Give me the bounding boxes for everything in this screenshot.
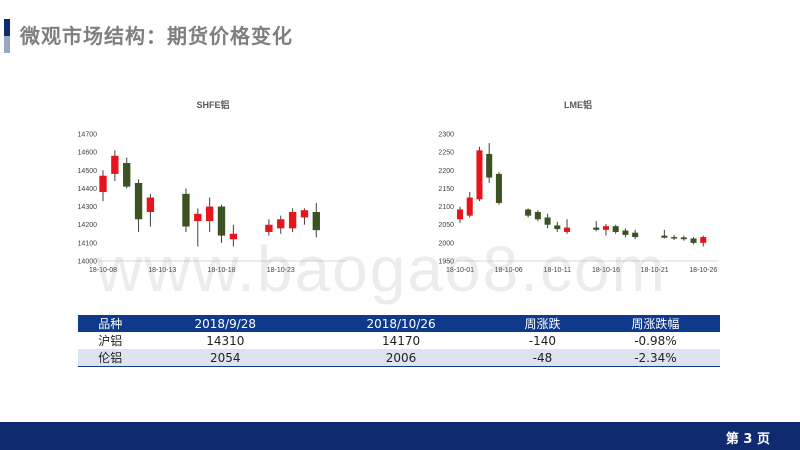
candle-body — [476, 150, 483, 200]
candle-body — [700, 237, 707, 243]
slide-title: 微观市场结构：期货价格变化 — [20, 24, 293, 48]
table-cell: 2054 — [142, 349, 309, 367]
table-header-row: 品种 2018/9/28 2018/10/26 周涨跌 周涨跌幅 — [78, 315, 720, 332]
candle-body — [593, 227, 600, 230]
candle-body — [205, 206, 214, 222]
candle-body — [456, 209, 464, 220]
table-cell: -2.34% — [590, 349, 720, 367]
candle-body — [194, 213, 202, 222]
y-tick-label: 2100 — [438, 204, 454, 211]
watermark: www.baogao8.com — [96, 233, 667, 305]
y-tick-label: 14000 — [78, 259, 98, 266]
candle-body — [134, 182, 143, 220]
candle-body — [486, 153, 493, 178]
candle-body — [288, 212, 297, 229]
candle-body — [99, 175, 107, 193]
candle-body — [554, 225, 561, 230]
accent-bar-dark — [4, 19, 10, 36]
y-tick-label: 2150 — [438, 186, 454, 193]
candle-body — [111, 155, 119, 174]
y-tick-label: 14500 — [78, 168, 98, 175]
table-row: 沪铝 14310 14170 -140 -0.98% — [78, 332, 720, 349]
page-number: 第 3 页 — [725, 432, 770, 447]
candle-body — [671, 237, 678, 239]
table-header-cell: 2018/9/28 — [142, 315, 309, 332]
candle-body — [525, 209, 532, 216]
table-cell: 14170 — [308, 332, 495, 349]
candle-body — [544, 217, 551, 225]
candle-body — [146, 197, 155, 213]
y-tick-label: 14600 — [78, 150, 98, 157]
candle-body — [602, 226, 609, 230]
y-tick-label: 2300 — [438, 132, 454, 139]
y-tick-label: 14100 — [78, 240, 98, 247]
y-tick-label: 14300 — [78, 204, 98, 211]
candle-body — [265, 224, 273, 232]
table-cell: 沪铝 — [78, 332, 143, 349]
candle-body — [300, 210, 309, 218]
table-cell: 14310 — [142, 332, 309, 349]
candle-body — [466, 197, 473, 216]
candle-body — [182, 193, 190, 227]
chart-title: SHFE铝 — [196, 99, 229, 110]
chart-title: LME铝 — [564, 99, 592, 110]
y-tick-label: 2250 — [438, 150, 454, 157]
candle-body — [312, 212, 320, 231]
y-tick-label: 14700 — [78, 132, 98, 139]
table-header-cell: 2018/10/26 — [308, 315, 495, 332]
table-cell: -48 — [494, 349, 591, 367]
table-row: 伦铝 2054 2006 -48 -2.34% — [78, 349, 720, 367]
accent-bar-light — [4, 36, 10, 53]
candle-body — [680, 237, 687, 240]
y-tick-label: 2200 — [438, 168, 454, 175]
footer-bar: 第 3 页 — [0, 422, 800, 450]
price-change-table: 品种 2018/9/28 2018/10/26 周涨跌 周涨跌幅 沪铝 1431… — [78, 315, 720, 367]
candle-body — [495, 173, 502, 203]
x-tick-label: 18-10-26 — [689, 267, 717, 274]
table-cell: 伦铝 — [78, 349, 143, 367]
candle-body — [123, 163, 131, 187]
candle-body — [534, 212, 541, 220]
y-tick-label: 2050 — [438, 222, 454, 229]
table-header-cell: 品种 — [78, 315, 143, 332]
table-header-cell: 周涨跌幅 — [590, 315, 720, 332]
table-cell: -140 — [494, 332, 591, 349]
table-cell: -0.98% — [590, 332, 720, 349]
candle-body — [277, 219, 285, 229]
title-accent-bar — [4, 19, 10, 53]
y-tick-label: 14400 — [78, 186, 98, 193]
candle-body — [690, 238, 697, 243]
table-header-cell: 周涨跌 — [494, 315, 591, 332]
y-tick-label: 14200 — [78, 222, 98, 229]
table-cell: 2006 — [308, 349, 495, 367]
